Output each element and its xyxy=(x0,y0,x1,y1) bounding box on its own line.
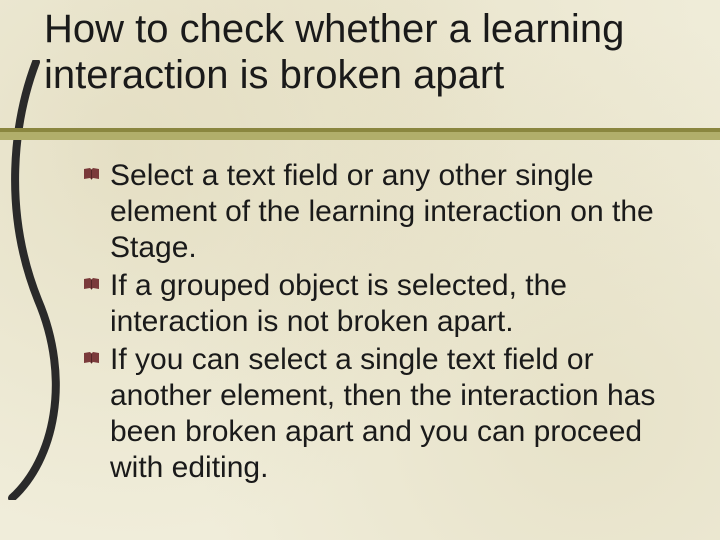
list-item-text: Select a text field or any other single … xyxy=(110,159,654,264)
slide-body: Select a text field or any other single … xyxy=(110,158,686,488)
book-icon xyxy=(84,168,99,180)
list-item-text: If you can select a single text field or… xyxy=(110,343,655,484)
book-icon xyxy=(84,352,99,364)
list-item-text: If a grouped object is selected, the int… xyxy=(110,269,567,338)
book-icon xyxy=(84,278,99,290)
list-item: If a grouped object is selected, the int… xyxy=(110,268,686,340)
list-item: If you can select a single text field or… xyxy=(110,342,686,486)
list-item: Select a text field or any other single … xyxy=(110,158,686,266)
title-underline-shadow xyxy=(0,132,720,140)
slide-title: How to check whether a learning interact… xyxy=(44,6,700,98)
